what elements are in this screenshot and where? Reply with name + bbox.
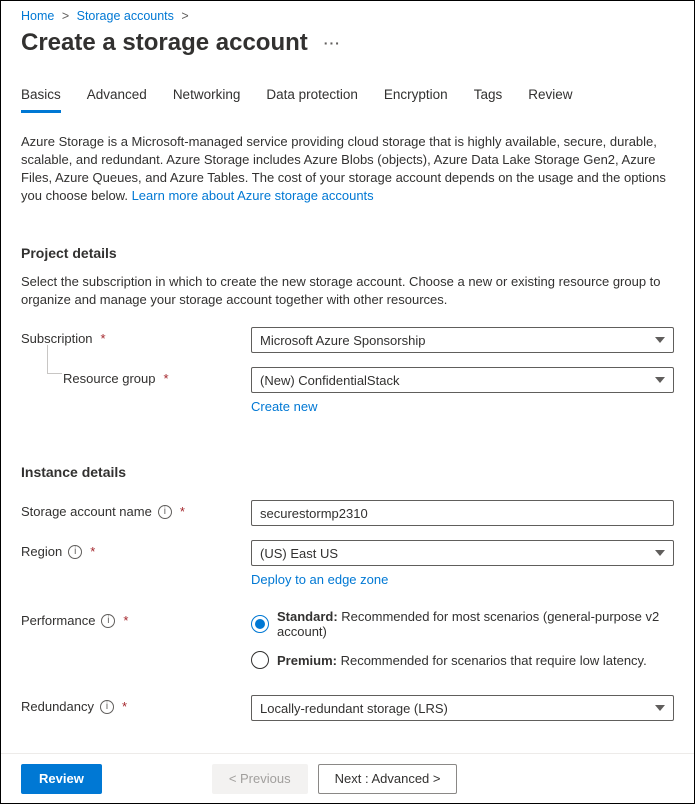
breadcrumb: Home > Storage accounts > (21, 9, 674, 23)
performance-premium-text: Premium: Recommended for scenarios that … (277, 653, 647, 668)
redundancy-label: Redundancy i * (21, 695, 251, 714)
storage-account-name-label: Storage account name i * (21, 500, 251, 519)
breadcrumb-home[interactable]: Home (21, 9, 54, 23)
page-title: Create a storage account ··· (21, 29, 674, 57)
project-details-desc: Select the subscription in which to crea… (21, 273, 674, 309)
resource-group-label: Resource group* (21, 367, 251, 386)
performance-label: Performance i * (21, 609, 251, 628)
chevron-down-icon (655, 550, 665, 556)
info-icon[interactable]: i (68, 545, 82, 559)
performance-standard-radio[interactable] (251, 615, 269, 633)
footer-bar: Review < Previous Next : Advanced > (1, 753, 694, 803)
tab-networking[interactable]: Networking (173, 87, 241, 112)
chevron-down-icon (655, 705, 665, 711)
tab-basics[interactable]: Basics (21, 87, 61, 113)
review-button[interactable]: Review (21, 764, 102, 794)
chevron-down-icon (655, 337, 665, 343)
region-label: Region i * (21, 540, 251, 559)
deploy-edge-zone-link[interactable]: Deploy to an edge zone (251, 572, 388, 587)
breadcrumb-storage-accounts[interactable]: Storage accounts (77, 9, 174, 23)
subscription-select[interactable]: Microsoft Azure Sponsorship (251, 327, 674, 353)
project-details-heading: Project details (21, 245, 674, 261)
more-icon[interactable]: ··· (324, 35, 341, 51)
info-icon[interactable]: i (100, 700, 114, 714)
chevron-right-icon: > (62, 9, 69, 23)
learn-more-link[interactable]: Learn more about Azure storage accounts (132, 188, 374, 203)
performance-premium-radio[interactable] (251, 651, 269, 669)
performance-standard-text: Standard: Recommended for most scenarios… (277, 609, 674, 639)
tabs: Basics Advanced Networking Data protecti… (21, 87, 674, 113)
region-select[interactable]: (US) East US (251, 540, 674, 566)
tab-tags[interactable]: Tags (474, 87, 503, 112)
info-icon[interactable]: i (101, 614, 115, 628)
instance-details-heading: Instance details (21, 464, 674, 480)
previous-button: < Previous (212, 764, 308, 794)
chevron-right-icon: > (181, 9, 188, 23)
tab-review[interactable]: Review (528, 87, 572, 112)
tab-data-protection[interactable]: Data protection (266, 87, 358, 112)
next-button[interactable]: Next : Advanced > (318, 764, 458, 794)
subscription-label: Subscription* (21, 327, 251, 346)
chevron-down-icon (655, 377, 665, 383)
resource-group-select[interactable]: (New) ConfidentialStack (251, 367, 674, 393)
tab-encryption[interactable]: Encryption (384, 87, 448, 112)
create-new-rg-link[interactable]: Create new (251, 399, 317, 414)
tab-advanced[interactable]: Advanced (87, 87, 147, 112)
intro-text: Azure Storage is a Microsoft-managed ser… (21, 133, 674, 205)
info-icon[interactable]: i (158, 505, 172, 519)
redundancy-select[interactable]: Locally-redundant storage (LRS) (251, 695, 674, 721)
storage-account-name-input[interactable]: securestormp2310 (251, 500, 674, 526)
